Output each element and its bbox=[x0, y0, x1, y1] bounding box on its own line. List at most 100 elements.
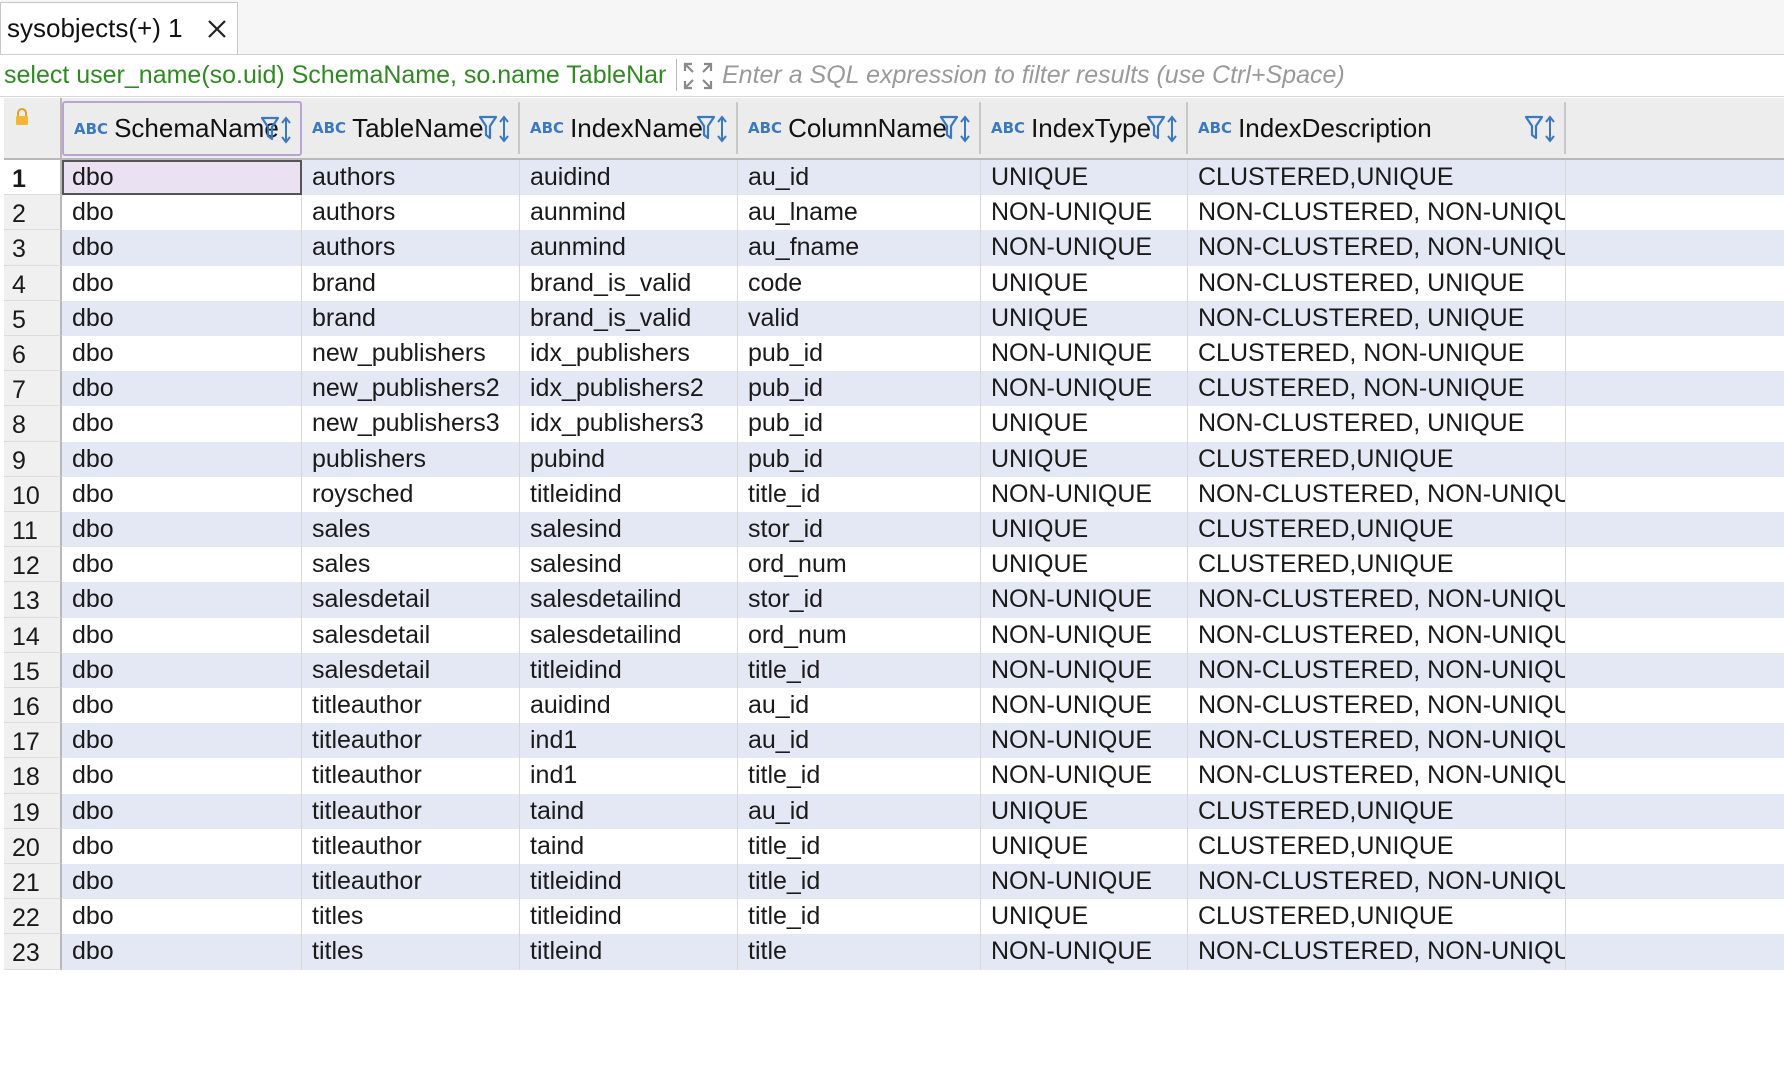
cell-indexname[interactable]: taind bbox=[520, 793, 738, 829]
cell-columnname[interactable]: valid bbox=[738, 300, 981, 336]
cell-indexdescription[interactable]: CLUSTERED,UNIQUE bbox=[1188, 547, 1566, 583]
table-row[interactable]: 16 dbo titleauthor auidind au_id NON-UNIQUE NO… bbox=[4, 688, 1784, 724]
cell-tablename[interactable]: titleauthor bbox=[302, 723, 520, 759]
cell-indexdescription[interactable]: CLUSTERED, NON-UNIQUE bbox=[1188, 336, 1566, 372]
cell-indexname[interactable]: ind1 bbox=[520, 723, 738, 759]
column-header-indexdescription[interactable]: ABC IndexDescription bbox=[1188, 102, 1566, 154]
filter-sort-icon[interactable] bbox=[939, 114, 973, 144]
table-row[interactable]: 20 dbo titleauthor taind title_id UNIQUE CLUST… bbox=[4, 828, 1784, 864]
table-row[interactable]: 9 dbo publishers pubind pub_id UNIQUE CLUSTERE… bbox=[4, 441, 1784, 477]
cell-indextype[interactable]: UNIQUE bbox=[981, 899, 1188, 935]
column-header-indextype[interactable]: ABC IndexType bbox=[981, 102, 1188, 154]
row-number[interactable]: 5 bbox=[4, 300, 62, 336]
cell-columnname[interactable]: pub_id bbox=[738, 336, 981, 372]
cell-columnname[interactable]: au_lname bbox=[738, 195, 981, 231]
cell-tablename[interactable]: authors bbox=[302, 160, 520, 196]
cell-columnname[interactable]: title_id bbox=[738, 899, 981, 935]
table-row[interactable]: 21 dbo titleauthor titleidind title_id NON-UN… bbox=[4, 864, 1784, 900]
cell-schemaname[interactable]: dbo bbox=[62, 195, 302, 231]
cell-indextype[interactable]: NON-UNIQUE bbox=[981, 688, 1188, 724]
table-row[interactable]: 17 dbo titleauthor ind1 au_id NON-UNIQUE NON-C… bbox=[4, 723, 1784, 759]
cell-indexname[interactable]: aunmind bbox=[520, 195, 738, 231]
row-number[interactable]: 7 bbox=[4, 371, 62, 407]
table-row[interactable]: 10 dbo roysched titleidind title_id NON-UNIQU… bbox=[4, 476, 1784, 512]
cell-indexname[interactable]: idx_publishers3 bbox=[520, 406, 738, 442]
cell-indextype[interactable]: UNIQUE bbox=[981, 265, 1188, 301]
cell-columnname[interactable]: title_id bbox=[738, 652, 981, 688]
table-row[interactable]: 12 dbo sales salesind ord_num UNIQUE CLUSTERED… bbox=[4, 547, 1784, 583]
cell-tablename[interactable]: salesdetail bbox=[302, 652, 520, 688]
cell-tablename[interactable]: sales bbox=[302, 547, 520, 583]
cell-indexdescription[interactable]: CLUSTERED,UNIQUE bbox=[1188, 441, 1566, 477]
cell-columnname[interactable]: title bbox=[738, 934, 981, 970]
filter-sort-icon[interactable] bbox=[1146, 114, 1180, 144]
table-row[interactable]: 6 dbo new_publishers idx_publishers pub_id NO… bbox=[4, 336, 1784, 372]
cell-columnname[interactable]: stor_id bbox=[738, 582, 981, 618]
table-row[interactable]: 14 dbo salesdetail salesdetailind ord_num NON… bbox=[4, 617, 1784, 653]
filter-sort-icon[interactable] bbox=[1524, 114, 1558, 144]
column-header-tablename[interactable]: ABC TableName bbox=[302, 102, 520, 154]
cell-columnname[interactable]: pub_id bbox=[738, 406, 981, 442]
table-row[interactable]: 3 dbo authors aunmind au_fname NON-UNIQUE NON-… bbox=[4, 230, 1784, 266]
cell-columnname[interactable]: pub_id bbox=[738, 371, 981, 407]
filter-sort-icon[interactable] bbox=[696, 114, 730, 144]
cell-schemaname[interactable]: dbo bbox=[62, 512, 302, 548]
cell-columnname[interactable]: au_id bbox=[738, 688, 981, 724]
cell-indexname[interactable]: idx_publishers bbox=[520, 336, 738, 372]
cell-indexname[interactable]: brand_is_valid bbox=[520, 300, 738, 336]
cell-indexdescription[interactable]: CLUSTERED, NON-UNIQUE bbox=[1188, 371, 1566, 407]
cell-indexname[interactable]: salesdetailind bbox=[520, 617, 738, 653]
cell-indexdescription[interactable]: NON-CLUSTERED, NON-UNIQUE bbox=[1188, 864, 1566, 900]
cell-schemaname[interactable]: dbo bbox=[62, 265, 302, 301]
table-row[interactable]: 23 dbo titles titleind title NON-UNIQUE NON-CL… bbox=[4, 934, 1784, 970]
table-row[interactable]: 2 dbo authors aunmind au_lname NON-UNIQUE NON-… bbox=[4, 195, 1784, 231]
cell-tablename[interactable]: salesdetail bbox=[302, 617, 520, 653]
row-number[interactable]: 17 bbox=[4, 723, 62, 759]
cell-indexname[interactable]: ind1 bbox=[520, 758, 738, 794]
cell-schemaname[interactable]: dbo bbox=[62, 336, 302, 372]
cell-indextype[interactable]: NON-UNIQUE bbox=[981, 652, 1188, 688]
tab-sysobjects[interactable]: sysobjects(+) 1 bbox=[0, 2, 238, 54]
row-number[interactable]: 21 bbox=[4, 864, 62, 900]
cell-indextype[interactable]: NON-UNIQUE bbox=[981, 230, 1188, 266]
cell-schemaname[interactable]: dbo bbox=[62, 160, 302, 196]
row-number[interactable]: 15 bbox=[4, 652, 62, 688]
row-number[interactable]: 4 bbox=[4, 265, 62, 301]
cell-indextype[interactable]: NON-UNIQUE bbox=[981, 617, 1188, 653]
cell-indexdescription[interactable]: NON-CLUSTERED, NON-UNIQUE bbox=[1188, 723, 1566, 759]
cell-indexdescription[interactable]: NON-CLUSTERED, UNIQUE bbox=[1188, 300, 1566, 336]
cell-indexdescription[interactable]: CLUSTERED,UNIQUE bbox=[1188, 899, 1566, 935]
column-header-columnname[interactable]: ABC ColumnName bbox=[738, 102, 981, 154]
table-row[interactable]: 13 dbo salesdetail salesdetailind stor_id NON… bbox=[4, 582, 1784, 618]
cell-indextype[interactable]: UNIQUE bbox=[981, 441, 1188, 477]
row-number[interactable]: 11 bbox=[4, 512, 62, 548]
row-number[interactable]: 2 bbox=[4, 195, 62, 231]
row-number[interactable]: 18 bbox=[4, 758, 62, 794]
cell-indextype[interactable]: NON-UNIQUE bbox=[981, 723, 1188, 759]
cell-schemaname[interactable]: dbo bbox=[62, 300, 302, 336]
cell-indextype[interactable]: NON-UNIQUE bbox=[981, 371, 1188, 407]
cell-columnname[interactable]: ord_num bbox=[738, 547, 981, 583]
cell-indexname[interactable]: titleidind bbox=[520, 899, 738, 935]
cell-tablename[interactable]: new_publishers2 bbox=[302, 371, 520, 407]
cell-indexdescription[interactable]: NON-CLUSTERED, NON-UNIQUE bbox=[1188, 230, 1566, 266]
cell-indextype[interactable]: NON-UNIQUE bbox=[981, 758, 1188, 794]
cell-schemaname[interactable]: dbo bbox=[62, 688, 302, 724]
cell-indexdescription[interactable]: NON-CLUSTERED, NON-UNIQUE bbox=[1188, 617, 1566, 653]
cell-indexdescription[interactable]: NON-CLUSTERED, NON-UNIQUE bbox=[1188, 934, 1566, 970]
cell-indextype[interactable]: UNIQUE bbox=[981, 547, 1188, 583]
cell-indexname[interactable]: taind bbox=[520, 828, 738, 864]
query-text[interactable]: select user_name(so.uid) SchemaName, so.… bbox=[4, 55, 666, 96]
cell-tablename[interactable]: publishers bbox=[302, 441, 520, 477]
row-number[interactable]: 22 bbox=[4, 899, 62, 935]
cell-tablename[interactable]: roysched bbox=[302, 476, 520, 512]
row-number[interactable]: 19 bbox=[4, 793, 62, 829]
cell-schemaname[interactable]: dbo bbox=[62, 793, 302, 829]
table-row[interactable]: 1 dbo authors auidind au_id UNIQUE CLUSTERED,U… bbox=[4, 160, 1784, 196]
filter-sort-icon[interactable] bbox=[478, 114, 512, 144]
cell-indexname[interactable]: titleidind bbox=[520, 652, 738, 688]
cell-indexname[interactable]: auidind bbox=[520, 160, 738, 196]
cell-columnname[interactable]: pub_id bbox=[738, 441, 981, 477]
cell-columnname[interactable]: au_fname bbox=[738, 230, 981, 266]
cell-schemaname[interactable]: dbo bbox=[62, 828, 302, 864]
